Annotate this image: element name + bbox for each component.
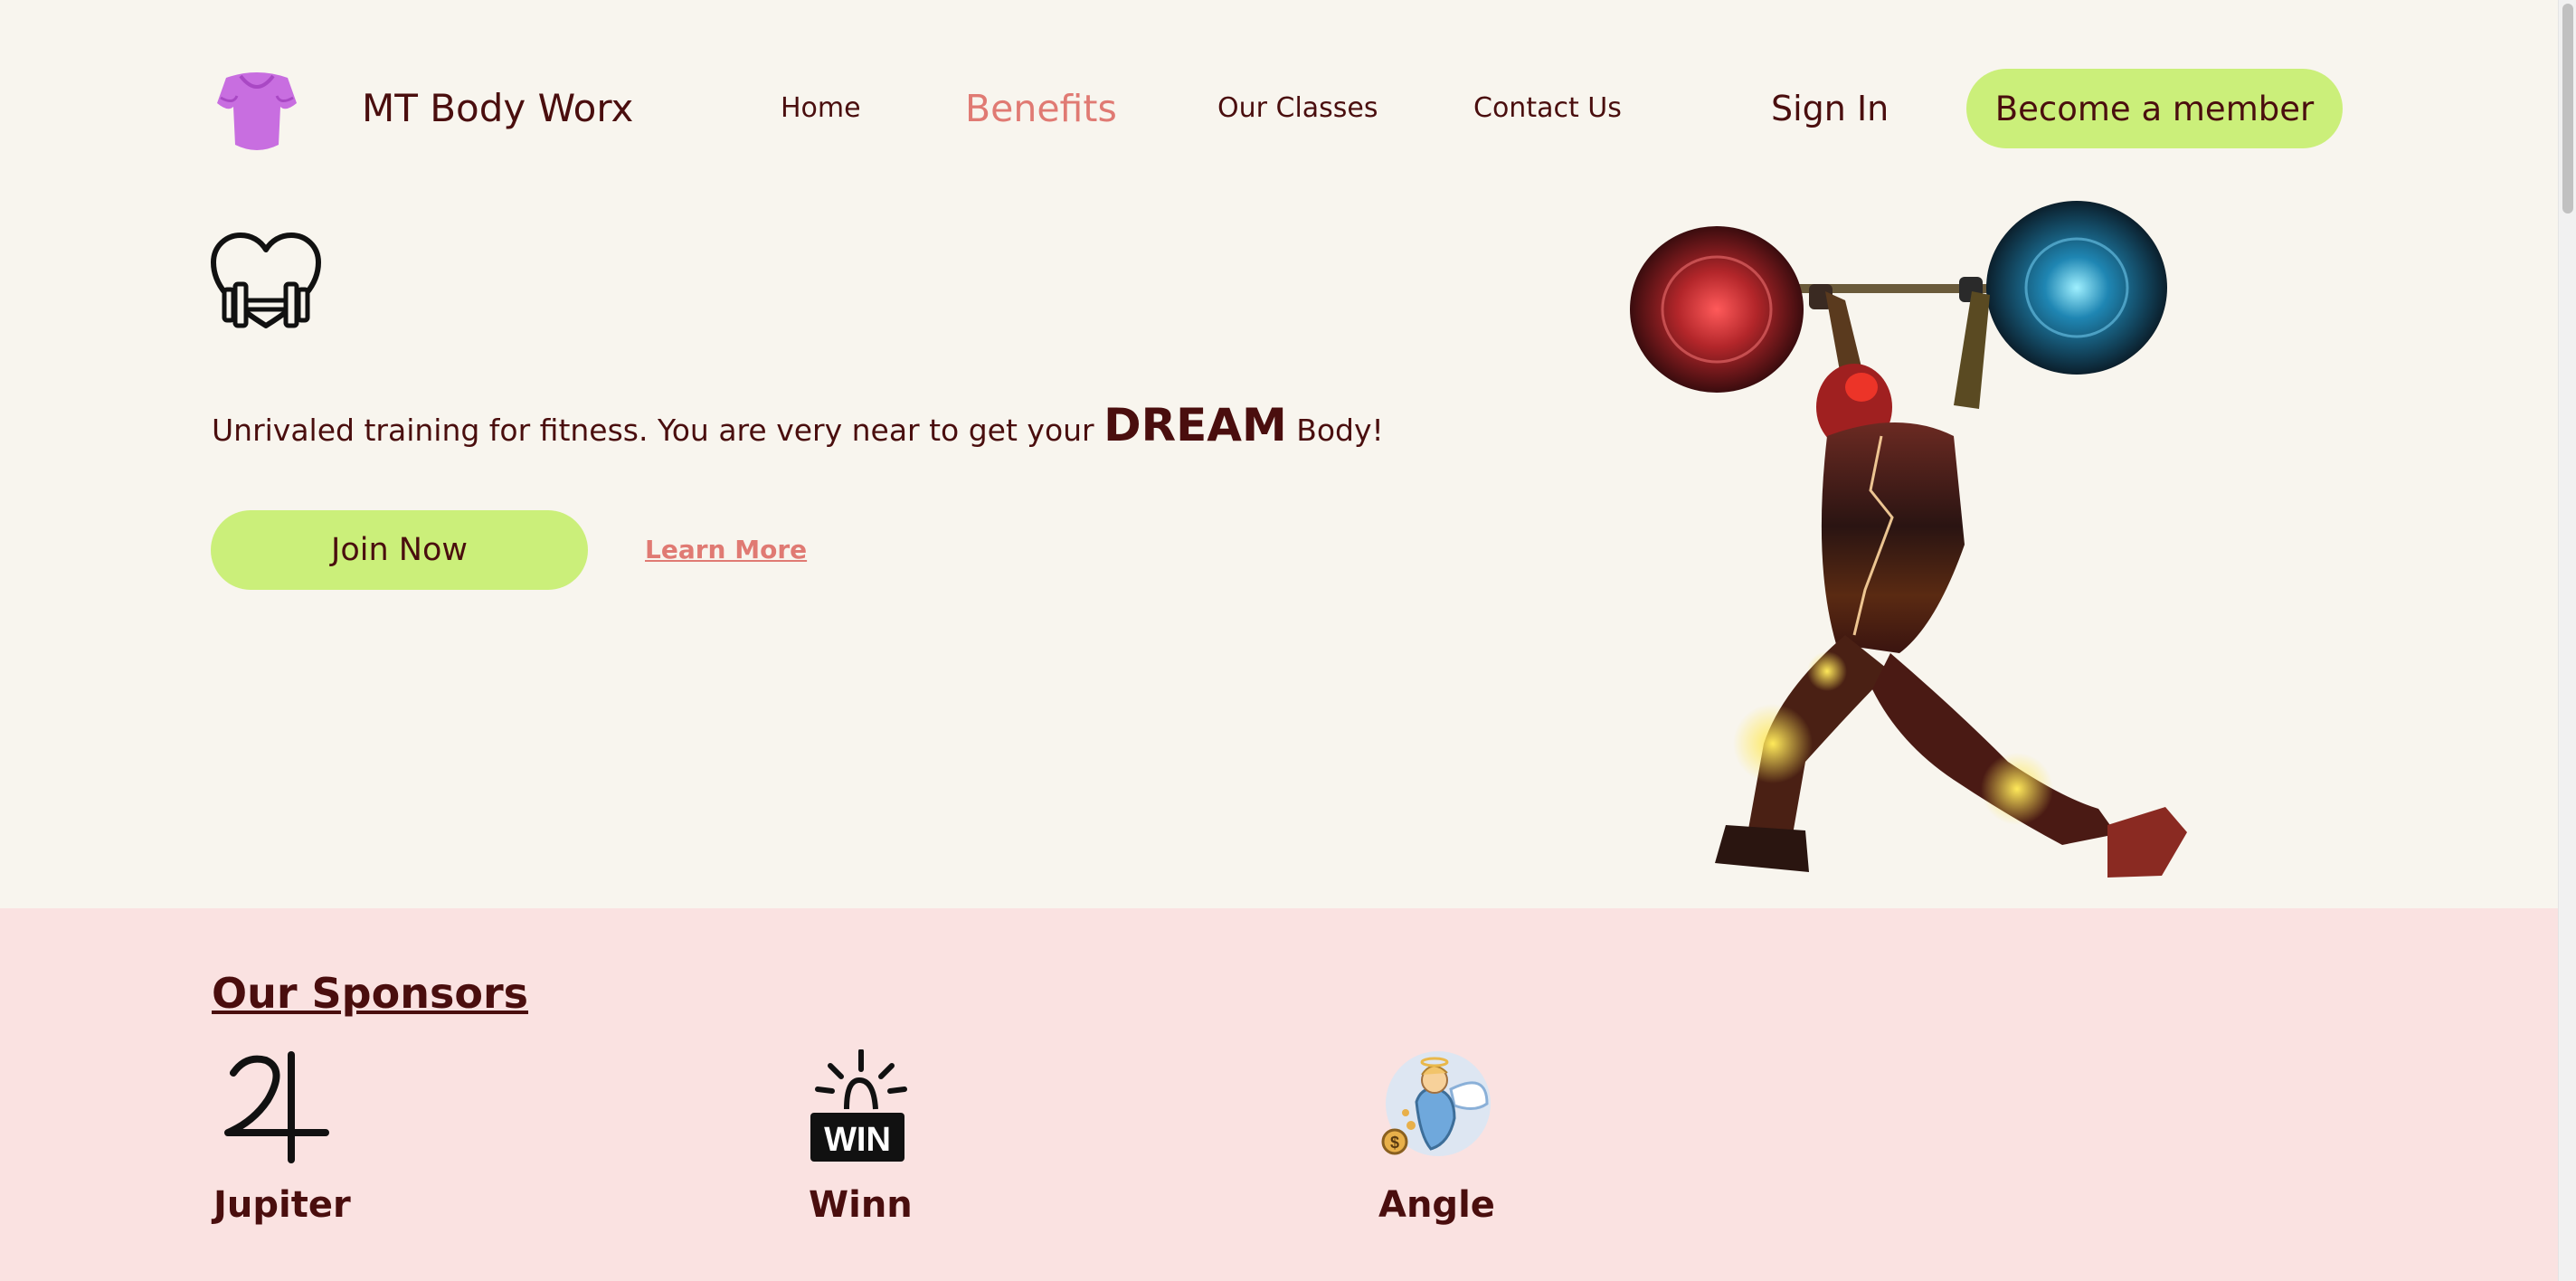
weightlifter-illustration [1630, 201, 2187, 878]
sign-in-link[interactable]: Sign In [1771, 83, 1889, 134]
sponsors-heading[interactable]: Our Sponsors [212, 966, 528, 1020]
sponsor-name: Winn [809, 1184, 913, 1226]
page-scrollbar[interactable] [2558, 0, 2576, 1281]
hero-tagline: Unrivaled training for fitness. You are … [212, 396, 1384, 460]
angel-money-icon: $ [1381, 1051, 1491, 1156]
become-member-button[interactable]: Become a member [1966, 69, 2343, 148]
brand-name[interactable]: MT Body Worx [362, 83, 633, 134]
sponsor-name: Jupiter [213, 1184, 351, 1226]
sponsor-name: Angle [1378, 1184, 1495, 1226]
tagline-text: Unrivaled training for fitness. You are … [212, 413, 1104, 448]
svg-text:WIN: WIN [824, 1121, 891, 1159]
nav-link-contact-us[interactable]: Contact Us [1473, 90, 1622, 127]
jupiter-symbol-icon [224, 1051, 329, 1163]
tagline-emphasis: DREAM [1103, 399, 1287, 451]
sponsors-section: Our Sponsors Jupiter WIN Winn $ Angle [0, 908, 2558, 1281]
nav-link-home[interactable]: Home [781, 90, 861, 127]
win-alarm-icon: WIN [810, 1049, 907, 1162]
heart-dumbbell-icon [211, 232, 321, 328]
tagline-text-end: Body! [1286, 413, 1384, 448]
learn-more-link[interactable]: Learn More [645, 534, 807, 566]
tshirt-icon[interactable] [213, 65, 300, 156]
navbar: MT Body Worx Home Benefits Our Classes C… [0, 0, 2558, 217]
nav-link-benefits[interactable]: Benefits [965, 83, 1117, 134]
scrollbar-thumb[interactable] [2562, 4, 2573, 214]
nav-link-our-classes[interactable]: Our Classes [1217, 90, 1378, 127]
join-now-button[interactable]: Join Now [211, 510, 588, 590]
svg-text:$: $ [1390, 1134, 1399, 1152]
